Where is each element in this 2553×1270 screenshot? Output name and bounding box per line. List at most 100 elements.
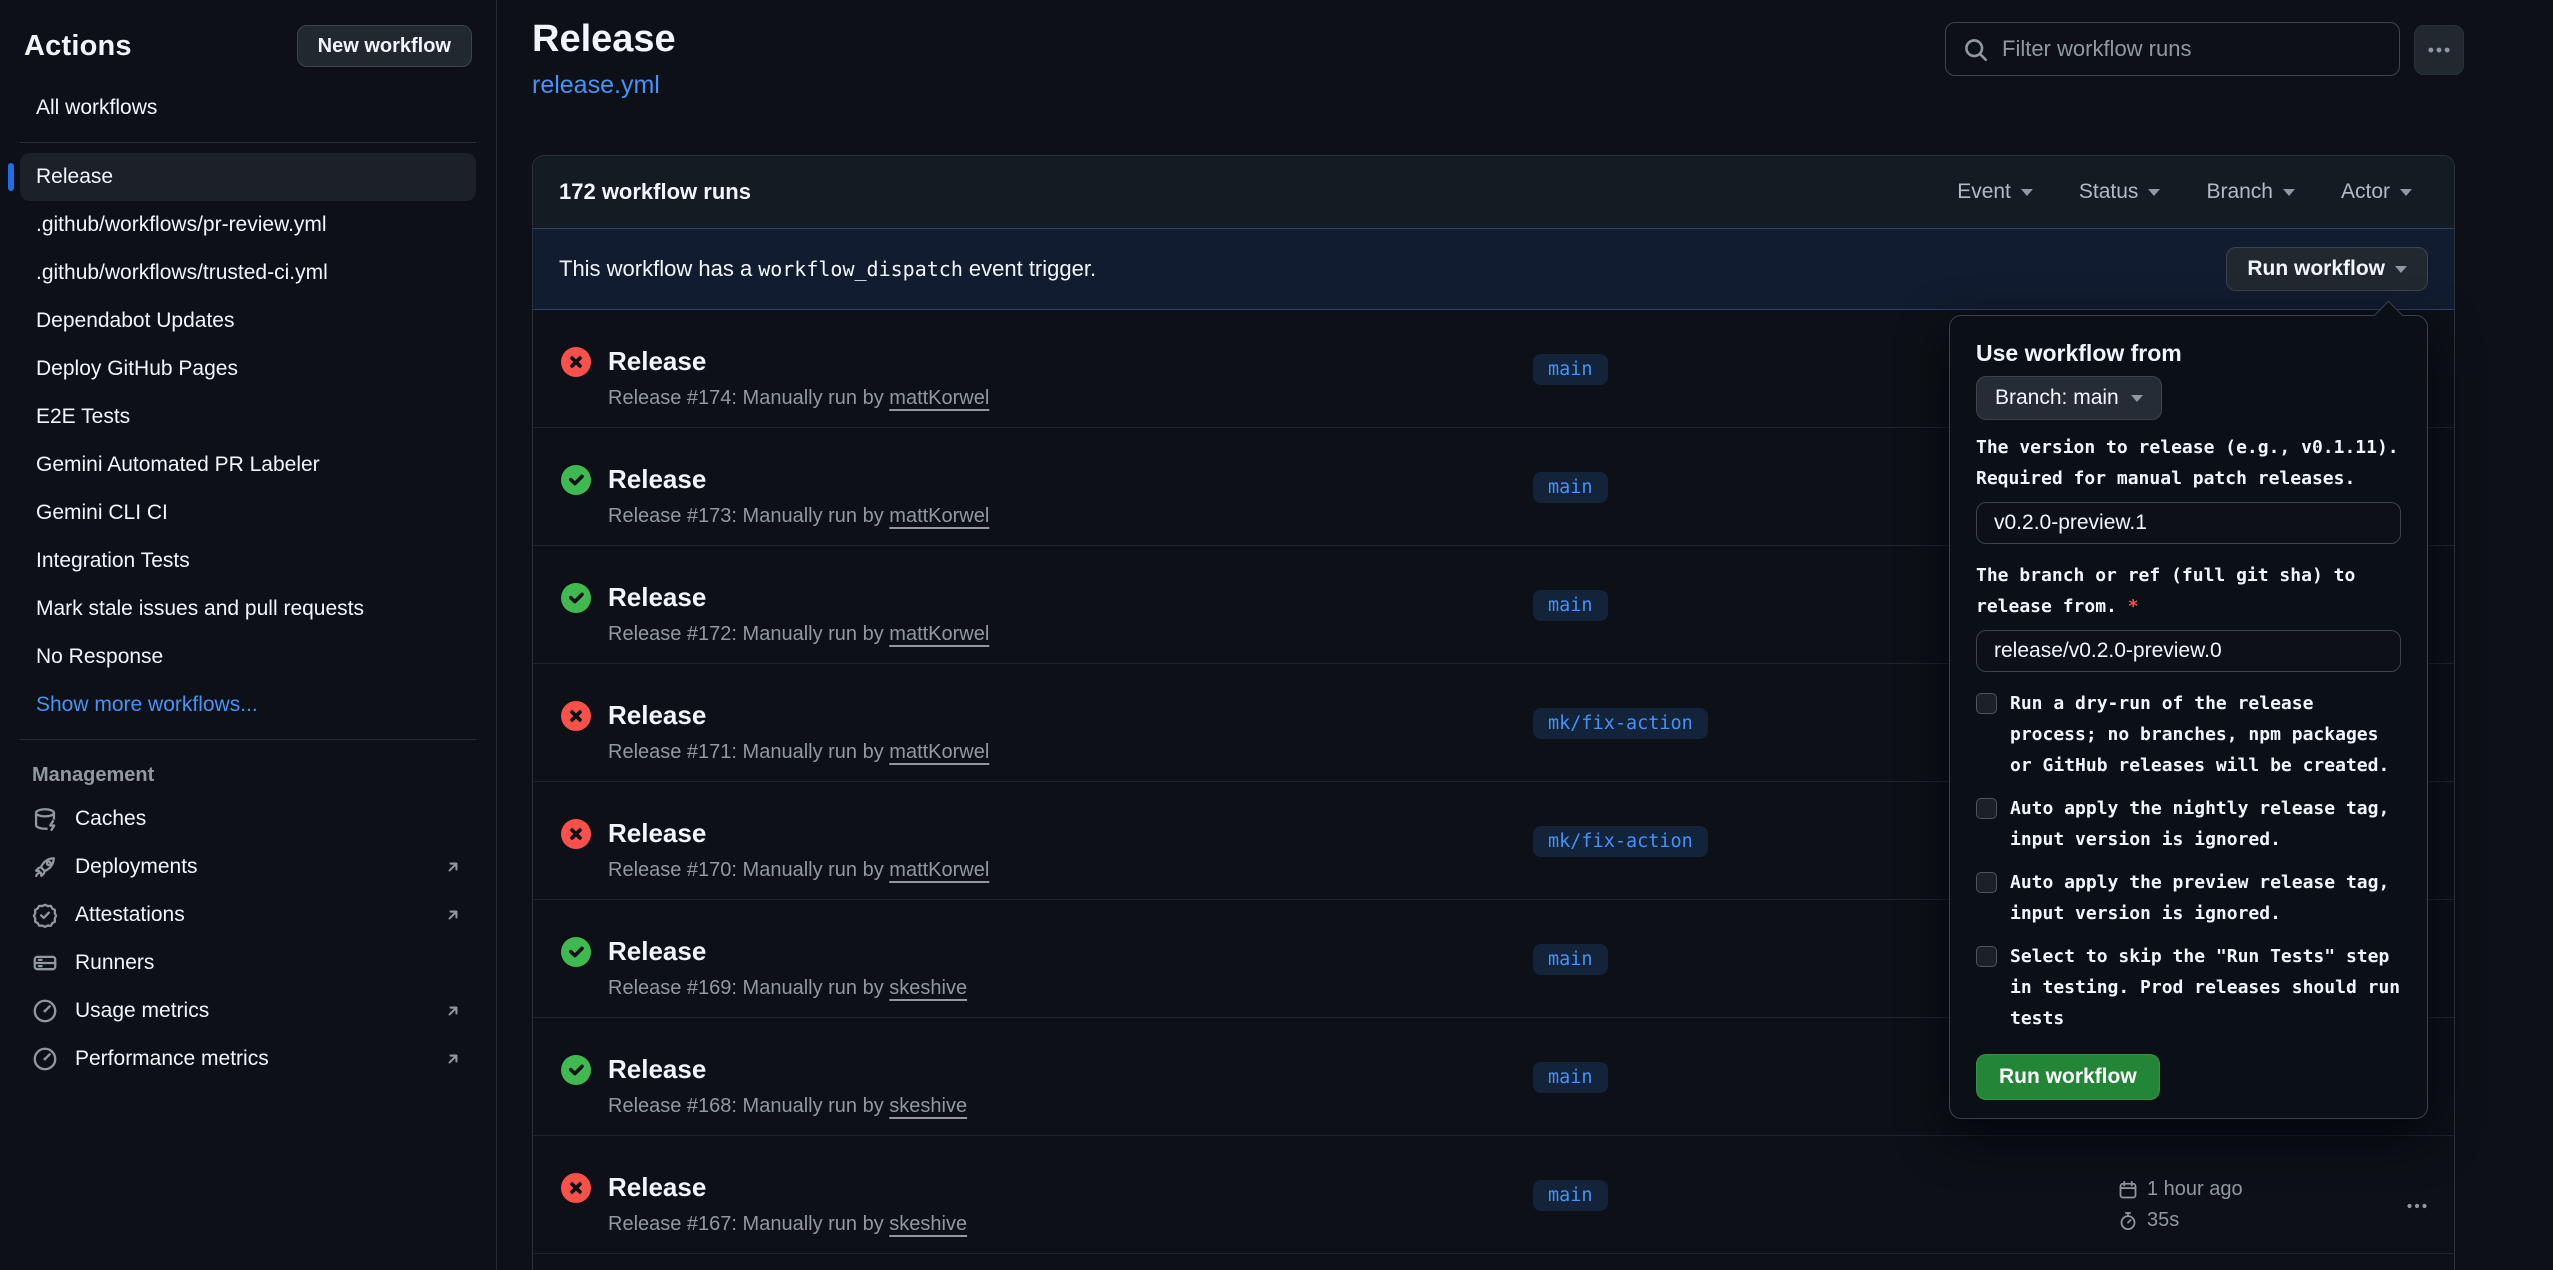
banner-text: This workflow has a [559,256,752,282]
filter-branch[interactable]: Branch [2206,180,2295,204]
sidebar-item-deploy-github-pages[interactable]: Deploy GitHub Pages [20,345,476,393]
actor-link[interactable]: mattKorwel [889,741,989,763]
actor-link[interactable]: mattKorwel [889,387,989,409]
external-link-icon [442,856,464,878]
checkbox-label: Run a dry-run of the release process; no… [2010,688,2401,781]
skip-tests-option: Select to skip the "Run Tests" step in t… [1976,941,2401,1034]
sidebar-item-label: Usage metrics [75,999,209,1023]
run-title-link[interactable]: Release [608,582,706,613]
success-status-icon [561,465,591,495]
run-title-link[interactable]: Release [608,464,706,495]
version-input[interactable] [1976,502,2401,544]
dry-run-option: Run a dry-run of the release process; no… [1976,688,2401,781]
run-workflow-dropdown-button[interactable]: Run workflow [2226,247,2428,291]
branch-select-button[interactable]: Branch: main [1976,376,2162,420]
sidebar-item-mark-stale[interactable]: Mark stale issues and pull requests [20,585,476,633]
sidebar-item-label: Caches [75,807,146,831]
sidebar-item-all-workflows[interactable]: All workflows [24,84,472,132]
actor-link[interactable]: mattKorwel [889,505,989,527]
required-asterisk: * [2128,596,2139,617]
preview-tag-option: Auto apply the preview release tag, inpu… [1976,867,2401,929]
run-workflow-panel: Use workflow from Branch: main The versi… [1949,315,2428,1119]
run-title-link[interactable]: Release [608,936,706,967]
run-title-link[interactable]: Release [608,818,706,849]
run-title-link[interactable]: Release [608,700,706,731]
chevron-down-icon [2283,189,2295,196]
branch-badge[interactable]: main [1533,354,1608,385]
branch-badge[interactable]: mk/fix-action [1533,708,1708,739]
sidebar-item-pr-review[interactable]: .github/workflows/pr-review.yml [20,201,476,249]
branch-badge[interactable]: main [1533,1180,1608,1211]
run-title-link[interactable]: Release [608,1172,706,1203]
banner-code: workflow_dispatch [752,257,969,281]
kebab-icon [2405,1194,2429,1218]
new-workflow-button[interactable]: New workflow [297,25,472,67]
failed-status-icon [561,819,591,849]
sidebar-item-no-response[interactable]: No Response [20,633,476,681]
nightly-tag-option: Auto apply the nightly release tag, inpu… [1976,793,2401,855]
sidebar-item-dependabot-updates[interactable]: Dependabot Updates [20,297,476,345]
branch-badge[interactable]: main [1533,1062,1608,1093]
actor-link[interactable]: skeshive [889,1213,967,1235]
branch-badge[interactable]: mk/fix-action [1533,826,1708,857]
actions-sidebar: Actions New workflow All workflows Relea… [0,0,497,1270]
external-link-icon [442,1048,464,1070]
run-meta: 1 hour ago 35s [2118,1174,2243,1236]
meter-icon [32,1046,58,1072]
sidebar-item-label: Performance metrics [75,1047,269,1071]
actions-page: Actions New workflow All workflows Relea… [0,0,2553,1270]
external-link-icon [442,904,464,926]
checkbox-label: Select to skip the "Run Tests" step in t… [2010,941,2401,1034]
sidebar-item-label: Deployments [75,855,198,879]
actor-link[interactable]: mattKorwel [889,623,989,645]
run-title-link[interactable]: Release [608,346,706,377]
preview-tag-checkbox[interactable] [1976,872,1997,893]
sidebar-item-integration-tests[interactable]: Integration Tests [20,537,476,585]
workflow-options-kebab-button[interactable] [2414,25,2464,75]
failed-status-icon [561,1173,591,1203]
sidebar-item-gemini-cli-ci[interactable]: Gemini CLI CI [20,489,476,537]
sidebar-item-deployments[interactable]: Deployments [20,843,476,891]
show-more-workflows-link[interactable]: Show more workflows... [20,681,476,729]
banner-text: event trigger. [969,256,1096,282]
run-workflow-submit-button[interactable]: Run workflow [1976,1054,2160,1100]
sidebar-divider [20,739,476,740]
sidebar-item-trusted-ci[interactable]: .github/workflows/trusted-ci.yml [20,249,476,297]
sidebar-item-performance-metrics[interactable]: Performance metrics [20,1035,476,1083]
external-link-icon [442,1000,464,1022]
branch-badge[interactable]: main [1533,590,1608,621]
branch-badge[interactable]: main [1533,944,1608,975]
rocket-icon [32,854,58,880]
sidebar-title: Actions [24,30,132,63]
actor-link[interactable]: skeshive [889,977,967,999]
ref-input[interactable] [1976,630,2401,672]
workflow-file-link[interactable]: release.yml [532,71,660,100]
sidebar-item-release[interactable]: Release [20,153,476,201]
run-options-kebab-button[interactable] [2399,1188,2435,1224]
dry-run-checkbox[interactable] [1976,693,1997,714]
chevron-down-icon [2395,266,2407,273]
filter-actor[interactable]: Actor [2341,180,2412,204]
ref-help-text: The branch or ref (full git sha) to rele… [1976,560,2401,622]
sidebar-item-attestations[interactable]: Attestations [20,891,476,939]
nightly-tag-checkbox[interactable] [1976,798,1997,819]
filter-runs-search [1945,22,2400,76]
workflow-dispatch-banner: This workflow has a workflow_dispatch ev… [533,228,2454,310]
run-title-link[interactable]: Release [608,1054,706,1085]
skip-tests-checkbox[interactable] [1976,946,1997,967]
sidebar-item-usage-metrics[interactable]: Usage metrics [20,987,476,1035]
success-status-icon [561,583,591,613]
actor-link[interactable]: mattKorwel [889,859,989,881]
calendar-icon [2118,1180,2138,1200]
filter-event[interactable]: Event [1957,180,2033,204]
search-input[interactable] [1946,23,2399,75]
sidebar-item-e2e-tests[interactable]: E2E Tests [20,393,476,441]
branch-badge[interactable]: main [1533,472,1608,503]
sidebar-header: Actions New workflow [24,24,472,68]
actor-link[interactable]: skeshive [889,1095,967,1117]
sidebar-item-caches[interactable]: Caches [20,795,476,843]
checkbox-label: Auto apply the nightly release tag, inpu… [2010,793,2401,855]
filter-status[interactable]: Status [2079,180,2161,204]
sidebar-item-gemini-pr-labeler[interactable]: Gemini Automated PR Labeler [20,441,476,489]
sidebar-item-runners[interactable]: Runners [20,939,476,987]
